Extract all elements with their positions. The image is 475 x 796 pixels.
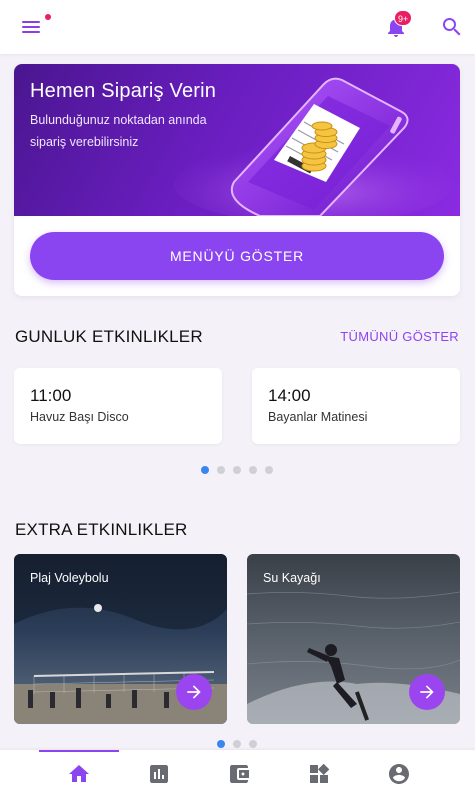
wallet-icon[interactable] (227, 762, 251, 786)
daily-event-card[interactable]: 14:00 Bayanlar Matinesi (252, 368, 460, 444)
extra-events-title: EXTRA ETKINLIKLER (15, 520, 188, 539)
carousel-dot[interactable] (265, 466, 273, 474)
carousel-dot[interactable] (217, 466, 225, 474)
extra-carousel-dots (217, 740, 257, 748)
bottom-navigation (0, 750, 475, 796)
search-icon[interactable] (440, 15, 464, 39)
extra-event-label: Su Kayağı (263, 571, 321, 585)
carousel-dot-active[interactable] (217, 740, 225, 748)
home-icon[interactable] (67, 762, 91, 786)
daily-event-card[interactable]: 11:00 Havuz Başı Disco (14, 368, 222, 444)
order-promo-card: Hemen Sipariş Verin Bulunduğunuz noktada… (14, 64, 460, 296)
menu-icon[interactable] (20, 16, 42, 38)
show-menu-button[interactable]: MENÜYÜ GÖSTER (30, 232, 444, 280)
carousel-dot[interactable] (249, 466, 257, 474)
arrow-right-icon[interactable] (409, 674, 445, 710)
arrow-right-icon[interactable] (176, 674, 212, 710)
order-promo-banner: Hemen Sipariş Verin Bulunduğunuz noktada… (14, 64, 460, 216)
carousel-dot[interactable] (233, 740, 241, 748)
hero-title: Hemen Sipariş Verin (30, 80, 217, 102)
event-time: 11:00 (30, 386, 72, 405)
carousel-dot[interactable] (233, 466, 241, 474)
event-name: Bayanlar Matinesi (268, 410, 368, 424)
extra-event-card[interactable]: Plaj Voleybolu (14, 554, 227, 724)
daily-carousel-dots (201, 466, 273, 474)
widgets-icon[interactable] (307, 762, 331, 786)
carousel-dot-active[interactable] (201, 466, 209, 474)
extra-event-label: Plaj Voleybolu (30, 571, 109, 585)
see-all-link[interactable]: TÜMÜNÜ GÖSTER (340, 329, 459, 344)
account-icon[interactable] (387, 762, 411, 786)
carousel-dot[interactable] (249, 740, 257, 748)
top-app-bar: 9+ (0, 0, 475, 54)
extra-event-card[interactable]: Su Kayağı (247, 554, 460, 724)
event-time: 14:00 (268, 386, 311, 405)
event-name: Havuz Başı Disco (30, 410, 129, 424)
hero-subtitle: Bulunduğunuz noktadan anında sipariş ver… (30, 113, 207, 149)
active-tab-indicator (39, 750, 119, 752)
notification-badge: 9+ (394, 10, 413, 26)
stats-icon[interactable] (147, 762, 171, 786)
daily-events-title: GUNLUK ETKINLIKLER (15, 327, 203, 346)
menu-notification-dot (45, 14, 51, 20)
